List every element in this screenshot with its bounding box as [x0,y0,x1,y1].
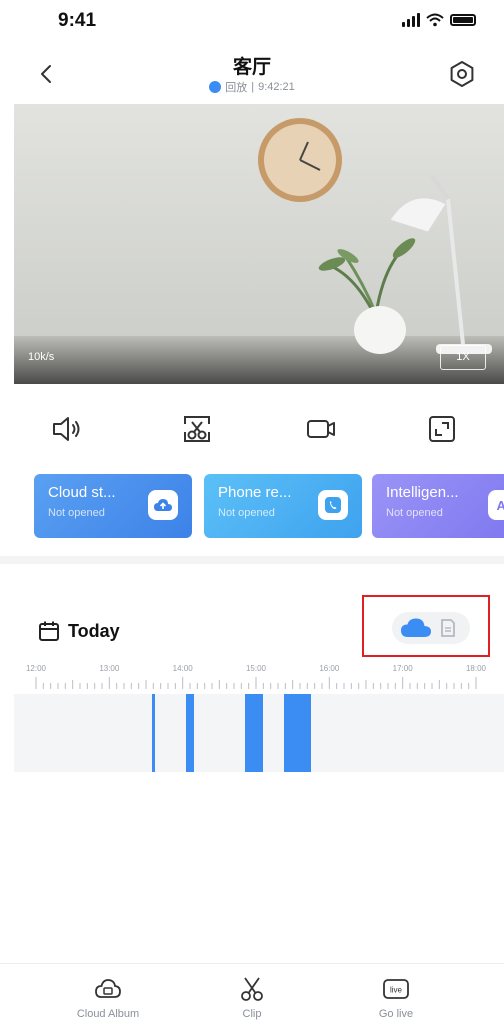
service-cards: Cloud st... Not opened Phone re... Not o… [0,474,504,538]
phone-icon [318,490,348,520]
video-player[interactable]: 10k/s 1X [14,104,504,384]
settings-icon[interactable] [448,60,476,88]
speaker-button[interactable] [50,412,84,446]
card-title: Intelligen... [386,484,459,501]
clip-tab[interactable]: Clip [192,976,312,1020]
zoom-button[interactable]: 1X [440,345,486,370]
card-subtitle: Not opened [386,507,443,519]
fullscreen-icon [429,416,455,442]
status-icons [402,13,476,27]
recording-segment[interactable] [283,694,311,772]
timeline-hour-label: 17:00 [392,664,413,673]
tab-label: Clip [242,1008,262,1020]
header: 客厅 回放 | 9:42:21 [0,44,504,104]
video-frame [14,104,504,384]
playback-label: 回放 [225,82,248,94]
timeline-track[interactable] [14,694,504,772]
tab-label: Cloud Album [76,1008,140,1020]
wifi-icon [426,13,444,27]
go-live-tab[interactable]: live Go live [336,976,456,1020]
recording-segment[interactable] [186,694,194,772]
ai-icon: AI [488,490,504,520]
control-bar [0,404,504,456]
record-button[interactable] [304,412,338,446]
playback-time: 9:42:21 [258,81,295,93]
phone-recording-card[interactable]: Phone re... Not opened [204,474,362,538]
screenshot-button[interactable] [180,412,214,446]
recording-segment[interactable] [151,694,155,772]
speaker-icon [53,417,80,441]
date-selector[interactable]: Today [38,620,120,642]
bitrate-label: 10k/s [28,351,55,363]
live-icon: live [383,976,409,1002]
scissors-icon [239,976,265,1002]
timeline-ticks [35,677,477,689]
screenshot-icon [184,416,210,442]
live-icon-text: live [390,986,403,995]
cloud-storage-card[interactable]: Cloud st... Not opened [34,474,192,538]
playback-timeline[interactable]: 12:00 13:00 14:00 15:00 16:00 17:00 18:00 [14,664,504,772]
battery-icon [450,14,476,26]
wall-clock [258,118,342,202]
bottom-toolbar: Cloud Album Clip live Go live [0,963,504,1029]
fullscreen-button[interactable] [425,412,459,446]
playback-separator: | [251,81,255,93]
intelligent-card[interactable]: Intelligen... Not opened AI [372,474,504,538]
timeline-labels: 12:00 13:00 14:00 15:00 16:00 17:00 18:00 [14,664,504,678]
signal-icon [402,13,420,27]
cloud-album-tab[interactable]: Cloud Album [48,976,168,1020]
date-label: Today [68,620,120,641]
timeline-hour-label: 14:00 [172,664,193,673]
playback-icon [209,81,222,93]
page-title: 客厅 [232,57,271,78]
record-icon [307,420,335,438]
playback-info: 回放 | 9:42:21 [0,79,504,95]
timeline-hour-label: 13:00 [99,664,120,673]
tab-label: Go live [378,1008,414,1020]
timeline-hour-label: 15:00 [245,664,267,673]
timeline-hour-label: 16:00 [319,664,340,673]
recording-segment[interactable] [245,694,264,772]
status-time: 9:41 [58,10,97,31]
cloud-upload-icon [148,490,178,520]
status-bar: 9:41 [0,0,504,44]
timeline-hour-label: 12:00 [25,664,47,673]
section-divider [0,556,504,564]
highlight-annotation [362,595,490,657]
timeline-hour-label: 18:00 [465,664,487,673]
cloud-album-icon [95,976,121,1002]
calendar-icon [39,621,59,641]
